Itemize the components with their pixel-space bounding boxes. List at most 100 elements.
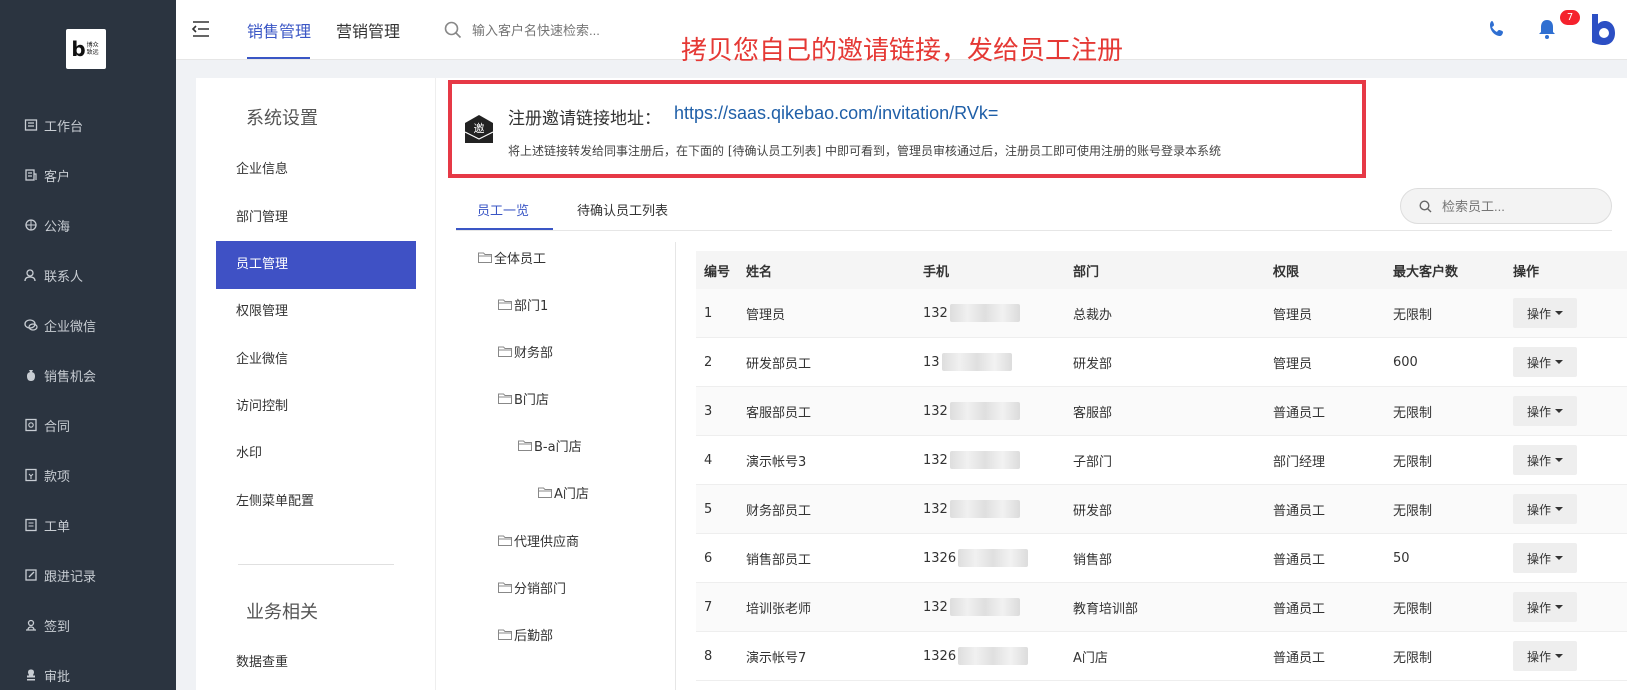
employee-search-input[interactable] — [1442, 198, 1592, 214]
cell-max: 无限制 — [1393, 503, 1433, 519]
cell-max: 无限制 — [1393, 405, 1433, 421]
sidebar-item-3[interactable]: 联系人 — [0, 250, 176, 300]
settings-item-left-menu[interactable]: 左侧菜单配置 — [216, 478, 416, 526]
cell-dept: 总裁办 — [1073, 307, 1113, 323]
sidebar-item-5[interactable]: 销售机会 — [0, 350, 176, 400]
phone-prefix: 132 — [923, 403, 948, 419]
tree-node[interactable]: 财务部 — [498, 342, 553, 361]
table-row[interactable]: 3 客服部员工 132 客服部 普通员工 无限制 操作 — [696, 387, 1627, 436]
cell-phone: 1326 — [923, 647, 1073, 665]
checkin-icon — [24, 618, 38, 632]
tree-node[interactable]: 代理供应商 — [498, 531, 579, 550]
customer-search-input[interactable] — [472, 22, 672, 38]
table-row[interactable]: 6 销售部员工 1326 销售部 普通员工 50 操作 — [696, 534, 1627, 583]
tree-node[interactable]: 后勤部 — [498, 625, 553, 644]
settings-item-watermark[interactable]: 水印 — [216, 430, 416, 478]
menu-divider — [238, 564, 394, 565]
tree-node[interactable]: 部门1 — [498, 295, 548, 314]
table-row[interactable]: 7 培训张老师 132 教育培训部 普通员工 无限制 操作 — [696, 583, 1627, 632]
employee-table: 编号 姓名 手机 部门 权限 最大客户数 操作 1 管理员 132 总裁办 管理员 无限制… — [696, 251, 1627, 681]
operation-label: 操作 — [1526, 551, 1551, 566]
folder-icon — [518, 440, 532, 451]
operation-dropdown-button[interactable]: 操作 — [1513, 347, 1577, 377]
tree-node[interactable]: 全体员工 — [478, 248, 546, 267]
active-tab-indicator — [247, 57, 310, 59]
public-pool-icon — [24, 218, 38, 232]
invite-icon-char: 邀 — [474, 121, 485, 135]
tab-employee-list[interactable]: 员工一览 — [477, 200, 529, 219]
operation-dropdown-button[interactable]: 操作 — [1513, 396, 1577, 426]
dashboard-icon — [24, 118, 38, 132]
table-row[interactable]: 4 演示帐号3 132 子部门 部门经理 无限制 操作 — [696, 436, 1627, 485]
sidebar-item-label: 合同 — [44, 419, 71, 435]
tree-node[interactable]: B-a门店 — [518, 436, 582, 455]
brand-logo-icon[interactable] — [1588, 12, 1618, 46]
sidebar-item-8[interactable]: 工单 — [0, 500, 176, 550]
tabs-divider — [456, 230, 1612, 231]
customer-search — [444, 18, 684, 42]
table-row[interactable]: 1 管理员 132 总裁办 管理员 无限制 操作 — [696, 289, 1627, 338]
tree-node-label: B门店 — [514, 393, 549, 408]
operation-dropdown-button[interactable]: 操作 — [1513, 445, 1577, 475]
invite-envelope-icon: 邀 — [464, 115, 494, 143]
table-row[interactable]: 8 演示帐号7 1326 A门店 普通员工 无限制 操作 — [696, 632, 1627, 681]
tree-node-label: A门店 — [554, 487, 589, 502]
header-phone: 手机 — [923, 264, 950, 280]
operation-dropdown-button[interactable]: 操作 — [1513, 641, 1577, 671]
tree-node[interactable]: A门店 — [538, 483, 589, 502]
table-row[interactable]: 5 财务部员工 132 研发部 普通员工 无限制 操作 — [696, 485, 1627, 534]
operation-label: 操作 — [1526, 453, 1551, 468]
phone-prefix: 1326 — [923, 648, 957, 664]
settings-menu: 系统设置 企业信息 部门管理 员工管理 权限管理 企业微信 访问控制 水印 左侧… — [196, 78, 436, 690]
sidebar-item-11[interactable]: 审批 — [0, 650, 176, 690]
caret-down-icon — [1555, 556, 1563, 560]
bell-icon[interactable] — [1536, 18, 1558, 40]
sidebar-item-2[interactable]: 公海 — [0, 200, 176, 250]
cell-phone: 132 — [923, 402, 1073, 420]
settings-item-wechat[interactable]: 企业微信 — [216, 336, 416, 384]
settings-item-dedupe[interactable]: 数据查重 — [216, 639, 416, 687]
sidebar-item-label: 款项 — [44, 469, 71, 485]
folder-icon — [498, 393, 512, 404]
menu-collapse-icon[interactable] — [191, 20, 211, 38]
sidebar-item-6[interactable]: 合同 — [0, 400, 176, 450]
cell-no: 6 — [704, 550, 713, 566]
phone-prefix: 132 — [923, 452, 948, 468]
sidebar-item-9[interactable]: 跟进记录 — [0, 550, 176, 600]
table-row[interactable]: 2 研发部员工 13 研发部 管理员 600 操作 — [696, 338, 1627, 387]
settings-item-company-info[interactable]: 企业信息 — [216, 146, 416, 194]
invite-description: 将上述链接转发给同事注册后，在下面的 [待确认员工列表] 中即可看到，管理员审核… — [508, 144, 1221, 158]
sidebar-item-label: 审批 — [44, 669, 71, 685]
sidebar-item-7[interactable]: 款项 — [0, 450, 176, 500]
caret-down-icon — [1555, 458, 1563, 462]
phone-icon[interactable] — [1486, 18, 1508, 40]
sidebar-item-4[interactable]: 企业微信 — [0, 300, 176, 350]
sidebar-item-1[interactable]: 客户 — [0, 150, 176, 200]
sidebar-item-label: 销售机会 — [44, 369, 97, 385]
cell-role: 管理员 — [1273, 356, 1313, 372]
invite-link[interactable]: https://saas.qikebao.com/invitation/RVk= — [674, 103, 998, 124]
cell-dept: 研发部 — [1073, 356, 1113, 372]
tab-sales-management[interactable]: 销售管理 — [247, 18, 311, 42]
tree-node[interactable]: B门店 — [498, 389, 549, 408]
operation-dropdown-button[interactable]: 操作 — [1513, 592, 1577, 622]
sidebar-item-0[interactable]: 工作台 — [0, 100, 176, 150]
cell-name: 研发部员工 — [746, 356, 812, 372]
tab-marketing-management[interactable]: 营销管理 — [336, 18, 400, 42]
settings-item-access-control[interactable]: 访问控制 — [216, 383, 416, 431]
tab-pending-employees[interactable]: 待确认员工列表 — [577, 200, 668, 219]
operation-dropdown-button[interactable]: 操作 — [1513, 494, 1577, 524]
tree-node[interactable]: 分销部门 — [498, 578, 566, 597]
phone-prefix: 13 — [923, 354, 940, 370]
settings-item-employee[interactable]: 员工管理 — [216, 241, 416, 289]
company-logo[interactable]: b 博众 致远 — [66, 29, 106, 69]
cell-max: 无限制 — [1393, 601, 1433, 617]
settings-item-permission[interactable]: 权限管理 — [216, 288, 416, 336]
operation-dropdown-button[interactable]: 操作 — [1513, 543, 1577, 573]
cell-name: 销售部员工 — [746, 552, 812, 568]
logo-letter: b — [71, 37, 86, 61]
operation-dropdown-button[interactable]: 操作 — [1513, 298, 1577, 328]
sidebar-item-10[interactable]: 签到 — [0, 600, 176, 650]
settings-section-title: 系统设置 — [246, 108, 318, 129]
settings-item-department[interactable]: 部门管理 — [216, 194, 416, 242]
